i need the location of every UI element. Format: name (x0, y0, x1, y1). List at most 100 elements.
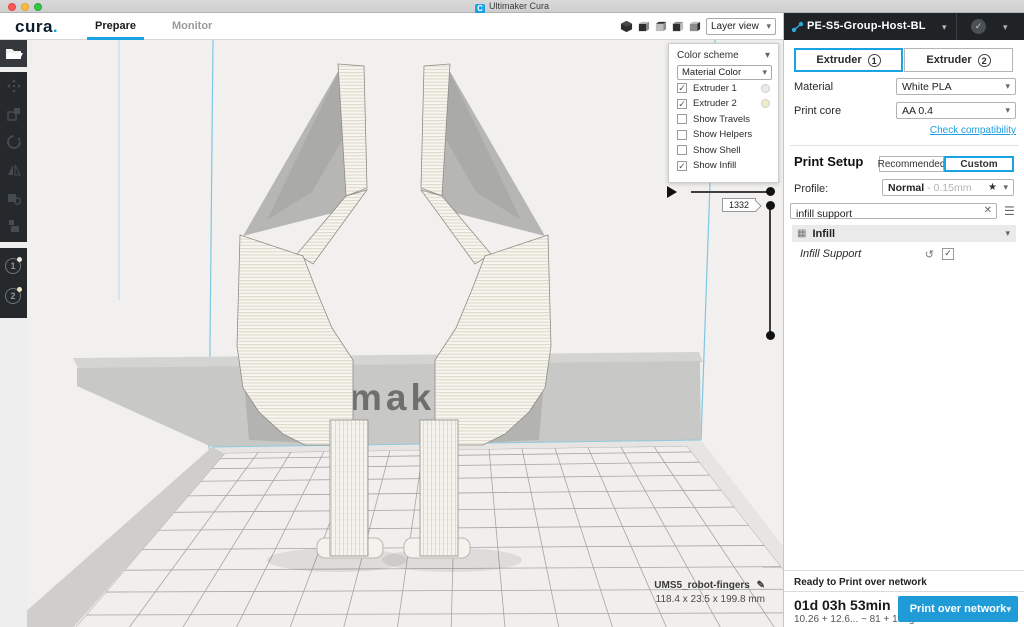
option-label: Extruder 2 (693, 98, 737, 109)
layer-view-option-show-helpers[interactable]: Show Helpers (677, 128, 770, 143)
mode-custom-button[interactable]: Custom (944, 156, 1014, 172)
checkbox[interactable] (677, 83, 687, 93)
camera-left-view-icon[interactable] (671, 20, 684, 33)
current-layer-badge: 1332 (722, 198, 756, 212)
option-label: Show Travels (693, 114, 750, 125)
extruder-2-select-button[interactable]: 2 (5, 288, 21, 304)
per-model-settings-tool[interactable] (0, 184, 27, 212)
settings-panel: PE-S5-Group-Host-BL ▾ ✓ ▾ Extruder 1 Ext… (783, 13, 1024, 627)
rotate-tool[interactable] (0, 128, 27, 156)
move-tool[interactable] (0, 72, 27, 100)
layer-view-option-extruder-1[interactable]: Extruder 1 (677, 81, 770, 96)
model-tools-toolbar (0, 72, 27, 242)
machine-selector-bar[interactable]: PE-S5-Group-Host-BL ▾ ✓ ▾ (784, 13, 1024, 40)
model-dimensions: 118.4 x 23.5 x 199.8 mm (654, 594, 765, 605)
setting-search-box: ✕ (790, 203, 997, 219)
network-printer-icon (791, 21, 804, 33)
camera-3d-view-icon[interactable] (620, 20, 633, 33)
chevron-down-icon: ▾ (1003, 22, 1008, 33)
print-core-dropdown[interactable]: AA 0.4▾ (896, 102, 1016, 119)
checkbox[interactable] (677, 99, 687, 109)
setting-row-infill-support: Infill Support ↺ (792, 246, 1016, 262)
profile-dropdown[interactable]: Normal - 0.15mm ★ ▾ (882, 179, 1014, 196)
simulation-play-button[interactable] (667, 186, 677, 198)
extruder-1-number-badge: 1 (868, 54, 881, 67)
clear-search-icon[interactable]: ✕ (984, 205, 992, 216)
mesh-type-tool[interactable] (0, 212, 27, 240)
divider (784, 591, 1024, 592)
color-scheme-panel: Color scheme ▾ Material Color ▾ Extruder… (668, 43, 779, 183)
infill-icon: ▦ (797, 228, 806, 239)
view-mode-dropdown[interactable]: Layer view ▾ (706, 18, 776, 35)
option-label: Show Helpers (693, 129, 752, 140)
reset-setting-icon[interactable]: ↺ (925, 248, 934, 261)
profile-label: Profile: (794, 183, 828, 195)
3d-viewport[interactable]: mak (27, 40, 783, 627)
print-core-label: Print core (794, 105, 841, 117)
extruder-select-toolbar: 1 2 (0, 248, 27, 318)
layer-view-option-show-infill[interactable]: Show Infill (677, 159, 770, 174)
chevron-down-icon: ▾ (766, 21, 771, 32)
buildplate-logo-text: mak (349, 377, 435, 418)
scale-tool[interactable] (0, 100, 27, 128)
tab-extruder-2[interactable]: Extruder 2 (904, 48, 1013, 72)
window-titlebar: CUltimaker Cura (0, 0, 1024, 13)
layer-view-option-show-shell[interactable]: Show Shell (677, 143, 770, 158)
color-scheme-title: Color scheme (677, 50, 739, 61)
rename-pencil-icon[interactable]: ✎ (757, 580, 765, 591)
star-icon[interactable]: ★ (988, 182, 997, 193)
infill-support-checkbox[interactable] (942, 248, 954, 260)
extruder-color-swatch (761, 99, 770, 108)
divider (790, 145, 1019, 146)
tab-monitor[interactable]: Monitor (172, 20, 212, 32)
extruder-color-swatch (761, 84, 770, 93)
checkbox[interactable] (677, 130, 687, 140)
option-label: Extruder 1 (693, 83, 737, 94)
layer-slider-bottom-handle[interactable] (766, 331, 775, 340)
option-label: Show Shell (693, 145, 741, 156)
extruder-2-number-badge: 2 (978, 54, 991, 67)
layer-view-option-show-travels[interactable]: Show Travels (677, 112, 770, 127)
print-time-estimate: 01d 03h 53min (794, 597, 891, 613)
material-usage-estimate: 10.26 + 12.6... ~ 81 + 100g (794, 614, 914, 625)
app-header: cura. Prepare Monitor Layer view ▾ (0, 13, 783, 40)
tab-prepare[interactable]: Prepare (95, 20, 136, 32)
path-slider-track[interactable] (691, 191, 771, 193)
path-slider-handle[interactable] (766, 187, 775, 196)
setting-search-input[interactable] (791, 207, 979, 221)
checkbox[interactable] (677, 114, 687, 124)
model-name: UMS5_robot-fingers (654, 580, 750, 591)
print-over-network-button[interactable]: Print over network ▾ (898, 596, 1018, 622)
open-file-button[interactable] (0, 40, 27, 67)
camera-top-view-icon[interactable] (654, 20, 667, 33)
extruder-2-material-dot (17, 287, 22, 292)
layer-slider-track[interactable] (769, 205, 771, 335)
setting-visibility-menu-icon[interactable]: ☰ (1004, 205, 1015, 217)
layer-view-options-list: Extruder 1 Extruder 2 Show Travels Show Hel… (677, 81, 770, 173)
chevron-down-icon: ▾ (1005, 228, 1010, 239)
open-folder-icon (0, 40, 27, 67)
cura-logo: cura. (15, 17, 58, 37)
machine-status-area[interactable]: ✓ ▾ (956, 13, 1024, 40)
color-scheme-dropdown[interactable]: Material Color ▾ (677, 65, 772, 80)
material-label: Material (794, 81, 833, 93)
mode-recommended-button[interactable]: Recommended (879, 156, 944, 172)
layer-view-option-extruder-2[interactable]: Extruder 2 (677, 97, 770, 112)
layer-slider-top-handle[interactable] (766, 201, 775, 210)
section-infill[interactable]: ▦ Infill ▾ (792, 225, 1016, 242)
mirror-tool[interactable] (0, 156, 27, 184)
machine-name: PE-S5-Group-Host-BL (807, 20, 926, 32)
option-label: Show Infill (693, 160, 736, 171)
print-setup-title: Print Setup (794, 154, 863, 169)
chevron-down-icon[interactable]: ▾ (765, 50, 770, 61)
chevron-down-icon: ▾ (1006, 604, 1011, 615)
extruder-1-select-button[interactable]: 1 (5, 258, 21, 274)
checkbox[interactable] (677, 161, 687, 171)
check-compatibility-link[interactable]: Check compatibility (784, 125, 1016, 136)
tab-extruder-1[interactable]: Extruder 1 (794, 48, 903, 72)
model-info: UMS5_robot-fingers ✎ 118.4 x 23.5 x 199.… (654, 580, 765, 605)
checkbox[interactable] (677, 145, 687, 155)
material-dropdown[interactable]: White PLA▾ (896, 78, 1016, 95)
camera-right-view-icon[interactable] (688, 20, 701, 33)
camera-front-view-icon[interactable] (637, 20, 650, 33)
